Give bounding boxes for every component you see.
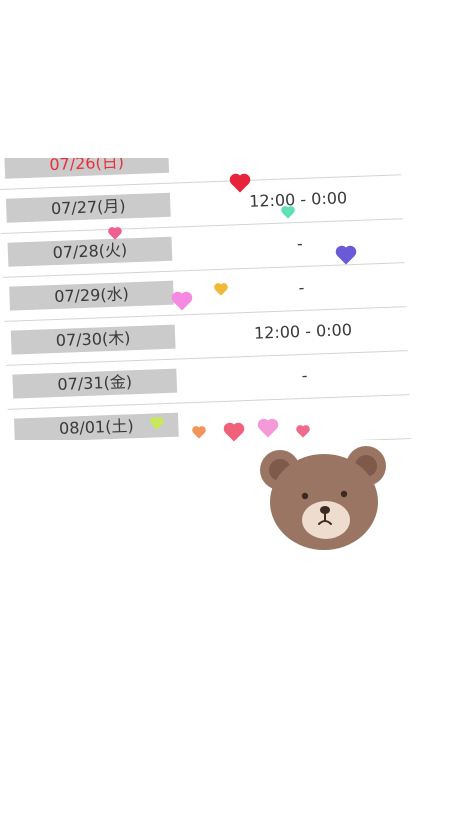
bear-face-icon bbox=[260, 446, 386, 550]
time-cell: - bbox=[216, 158, 377, 171]
date-cell: 07/29(水) bbox=[9, 280, 174, 311]
date-cell: 07/31(金) bbox=[12, 368, 178, 399]
date-cell: 07/30(木) bbox=[10, 324, 176, 355]
date-cell: 07/26(日) bbox=[4, 158, 170, 179]
date-cell: 07/27(月) bbox=[5, 192, 171, 223]
screen: 07/26(日) - 07/27(月) 12:00 - 0:00 07/28(火… bbox=[0, 0, 460, 818]
schedule-table: 07/26(日) - 07/27(月) 12:00 - 0:00 07/28(火… bbox=[0, 158, 412, 440]
time-cell: 12:00 - 0:00 bbox=[253, 320, 353, 343]
time-cell: - bbox=[298, 277, 305, 298]
time-cell: - bbox=[296, 233, 304, 254]
schedule-viewport[interactable]: 07/26(日) - 07/27(月) 12:00 - 0:00 07/28(火… bbox=[0, 158, 460, 440]
date-cell: 07/28(火) bbox=[7, 236, 173, 267]
time-cell: - bbox=[301, 365, 308, 386]
